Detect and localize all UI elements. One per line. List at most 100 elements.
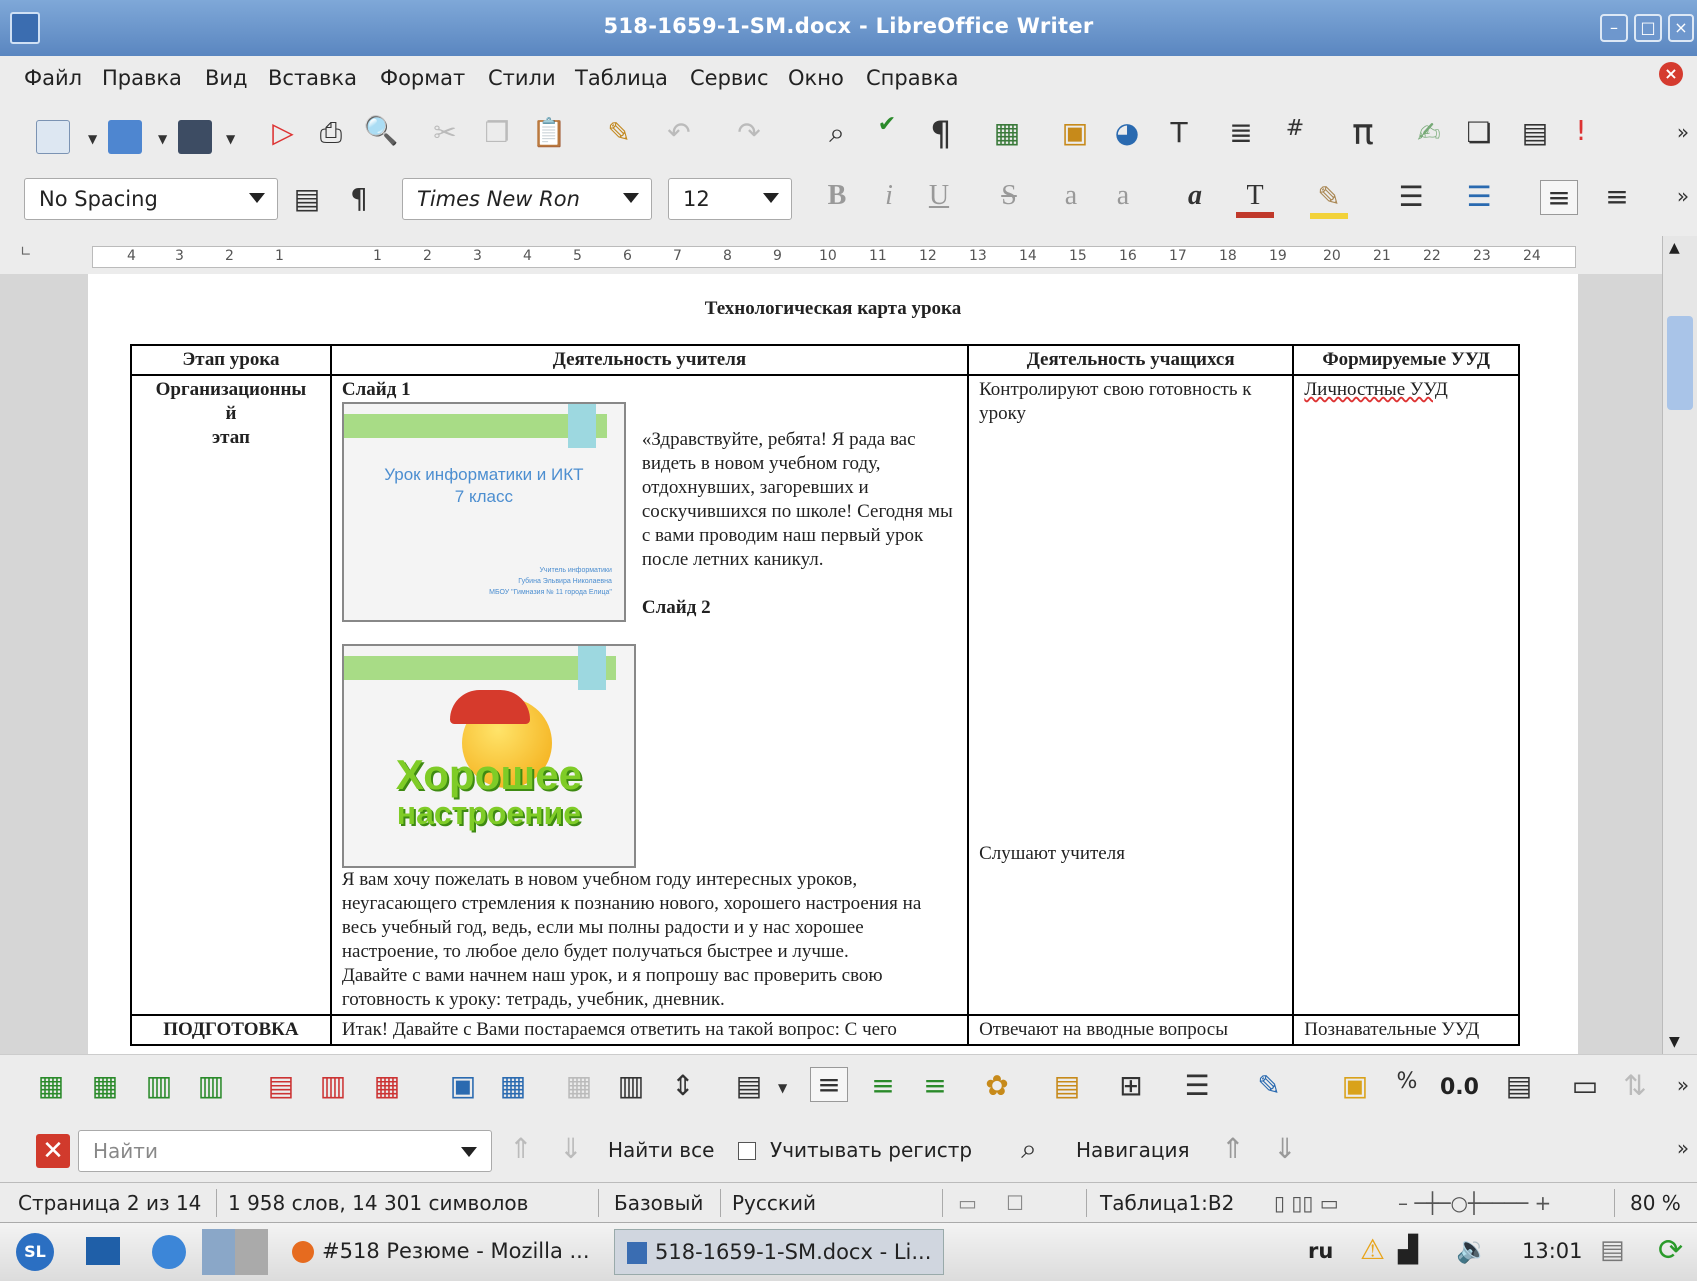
align-center-vertical-icon[interactable]: ≡ [864,1069,902,1102]
scroll-up-icon[interactable]: ▲ [1669,240,1680,256]
new-dropdown-icon[interactable]: ▼ [88,132,97,146]
table-cell-position[interactable]: Таблица1:B2 [1100,1191,1234,1215]
teacher-activity-cell[interactable]: Слайд 1 Урок информатики и ИКТ 7 класс У… [329,374,970,1016]
print-preview-icon[interactable]: 🔍 [362,114,400,147]
border-style-icon[interactable]: ☰ [1178,1069,1216,1102]
header-footer-icon[interactable]: ▤ [1516,116,1554,149]
paste-icon[interactable]: 📋 [530,116,568,149]
find-all-button[interactable]: Найти все [608,1138,714,1162]
taskbar-item-firefox[interactable]: #518 Резюме - Mozilla ... [282,1229,608,1275]
show-desktop-icon[interactable] [86,1237,120,1265]
superscript-icon[interactable]: a [1052,180,1090,212]
column-header[interactable]: Этап урока [130,344,332,376]
document-modified-icon[interactable]: ☐ [1006,1191,1024,1215]
strikethrough-icon[interactable]: S [990,180,1028,212]
view-layout-icon[interactable]: ▯ ▯▯ ▭ [1274,1191,1339,1215]
menu-tools[interactable]: Сервис [690,66,768,90]
browser-launcher-icon[interactable] [152,1235,186,1269]
select-cell-icon[interactable]: ▣ [444,1069,482,1102]
tab-stop-selector-icon[interactable]: ∟ [20,244,32,260]
navigate-down-icon[interactable]: ⇓ [1266,1132,1304,1165]
align-bottom-icon[interactable]: ≡ [916,1069,954,1102]
column-header[interactable]: Деятельность учителя [329,344,970,376]
taskbar-item-writer[interactable]: 518-1659-1-SM.docx - Li... [614,1229,944,1275]
page-style[interactable]: Базовый [614,1191,703,1215]
insert-textbox-icon[interactable]: T [1160,116,1198,149]
special-character-icon[interactable]: ǃ [1562,114,1600,147]
save-dropdown-icon[interactable]: ▼ [226,132,235,146]
insert-formula-icon[interactable]: π [1344,112,1382,153]
copy-icon[interactable]: ❐ [478,116,516,149]
ruler-scale[interactable]: 4 3 2 1 1 2 3 4 5 6 7 8 9 10 11 12 13 14… [92,246,1576,268]
redo-icon[interactable]: ↷ [730,116,768,149]
scroll-down-icon[interactable]: ▼ [1669,1034,1680,1050]
export-pdf-icon[interactable]: ▷ [264,116,302,149]
students-activity-cell[interactable]: Отвечают на вводные вопросы [967,1014,1295,1046]
delete-columns-icon[interactable]: ▥ [314,1069,352,1102]
teacher-activity-cell[interactable]: Итак! Давайте с Вами постараемся ответит… [329,1014,970,1046]
select-table-icon[interactable]: ▦ [494,1069,532,1102]
zoom-level[interactable]: 80 % [1630,1191,1681,1215]
stage-cell[interactable]: ПОДГОТОВКА [130,1014,332,1046]
minimize-button[interactable]: – [1600,14,1628,42]
font-color-icon[interactable]: T [1236,180,1274,218]
undo-icon[interactable]: ↶ [660,116,698,149]
toolbar-overflow-icon[interactable]: » [1664,184,1697,208]
insert-caption-icon[interactable]: ▤ [1048,1069,1086,1102]
slide-1-image[interactable]: Урок информатики и ИКТ 7 класс Учитель и… [341,402,626,622]
menu-styles[interactable]: Стили [488,66,556,90]
open-dropdown-icon[interactable]: ▼ [158,132,167,146]
trash-icon[interactable]: ▤ [1600,1235,1625,1265]
split-cells-icon[interactable]: ▥ [612,1069,650,1102]
sort-icon[interactable]: ⇅ [1616,1069,1654,1102]
open-icon[interactable] [108,120,142,154]
bold-icon[interactable]: B [818,180,856,212]
align-center-icon[interactable]: ≡ [1598,180,1636,213]
numbered-list-icon[interactable]: ☰ [1460,180,1498,213]
refresh-icon[interactable]: ⟳ [1658,1233,1683,1268]
update-style-icon[interactable]: ▤ [288,182,326,215]
toolbar-overflow-icon[interactable]: » [1664,1073,1697,1097]
optimize-size-icon[interactable]: ⇕ [664,1069,702,1102]
close-window-button[interactable]: × [1668,14,1694,42]
insert-comment-icon[interactable]: ✍ [1410,116,1448,149]
toolbar-overflow-icon[interactable]: » [1664,120,1697,144]
highlight-color-icon[interactable]: ✎ [1310,180,1348,219]
cell-background-color-icon[interactable]: ✿ [978,1069,1016,1102]
slide-2-image[interactable]: Хорошее настроение [341,644,636,868]
word-count[interactable]: 1 958 слов, 14 301 символов [228,1191,528,1215]
network-icon[interactable]: ▟ [1398,1235,1418,1265]
insert-mode-icon[interactable]: ▭ [958,1191,977,1215]
delete-rows-icon[interactable]: ▤ [262,1069,300,1102]
save-icon[interactable] [178,120,212,154]
column-header[interactable]: Деятельность учащихся [967,344,1295,376]
formatting-marks-icon[interactable]: ¶ [922,114,960,154]
insert-rows-below-icon[interactable]: ▦ [86,1069,124,1102]
menu-view[interactable]: Вид [205,66,248,90]
insert-chart-icon[interactable]: ◕ [1108,116,1146,149]
menu-format[interactable]: Формат [380,66,465,90]
menu-help[interactable]: Справка [866,66,959,90]
autoformat-dropdown-icon[interactable]: ▼ [778,1081,787,1095]
menu-edit[interactable]: Правка [102,66,182,90]
menu-table[interactable]: Таблица [575,66,668,90]
paragraph-style-combo[interactable]: No Spacing [24,178,278,220]
insert-table-icon[interactable]: ▦ [988,116,1026,149]
scrollbar-thumb[interactable] [1667,316,1693,410]
menu-insert[interactable]: Вставка [268,66,357,90]
navigation-button[interactable]: Навигация [1076,1138,1190,1162]
menu-file[interactable]: Файл [24,66,82,90]
find-input[interactable]: Найти [78,1130,492,1172]
clock[interactable]: 13:01 [1522,1239,1583,1263]
bullet-list-icon[interactable]: ☰ [1392,180,1430,213]
uud-cell[interactable]: Личностные УУД [1292,374,1520,1016]
workspace-switcher[interactable] [202,1229,268,1275]
insert-rows-above-icon[interactable]: ▦ [32,1069,70,1102]
close-find-bar-icon[interactable]: ✕ [36,1134,70,1168]
print-icon[interactable]: ⎙ [312,116,350,150]
number-format-currency-icon[interactable]: ▣ [1336,1069,1374,1102]
match-case-checkbox[interactable] [738,1142,756,1160]
start-menu-icon[interactable]: SL [16,1233,54,1271]
clone-formatting-icon[interactable]: ✎ [600,116,638,149]
merge-cells-icon[interactable]: ▦ [560,1069,598,1102]
